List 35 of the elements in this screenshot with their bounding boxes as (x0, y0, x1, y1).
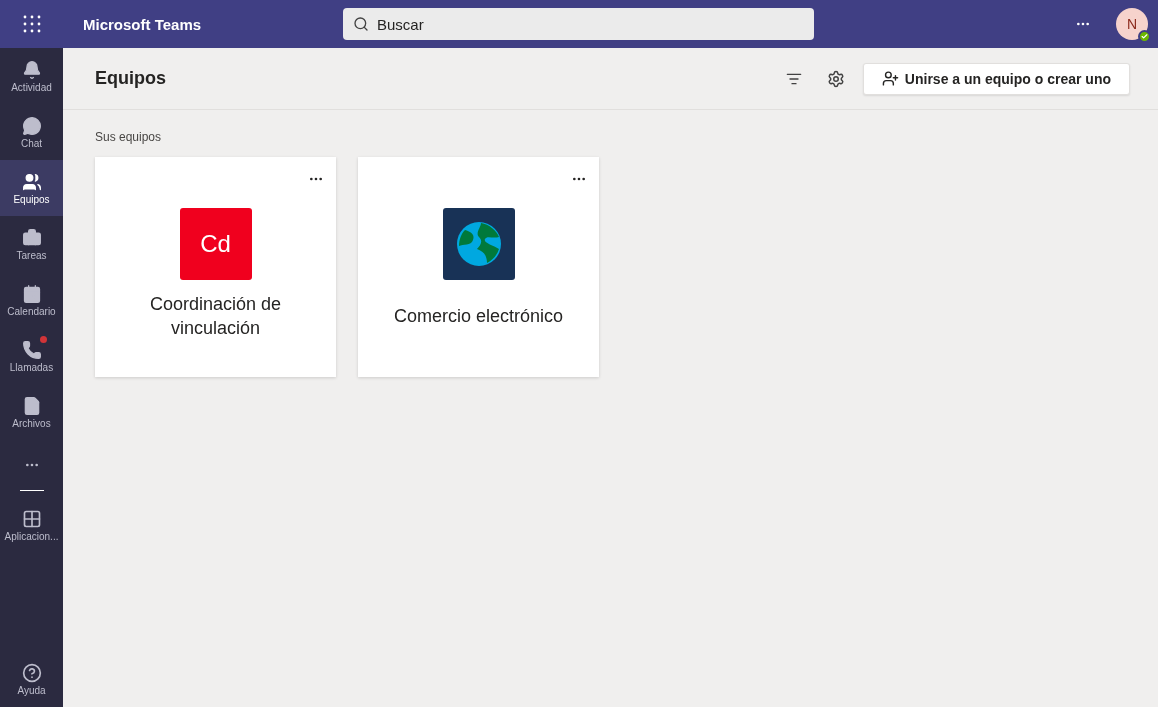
page-title: Equipos (95, 68, 167, 89)
chat-bubble-icon (21, 115, 42, 136)
rail-item[interactable]: Actividad (0, 48, 63, 104)
help-button[interactable]: Ayuda (0, 651, 63, 707)
people-icon (21, 171, 42, 192)
rail-item[interactable]: Tareas (0, 216, 63, 272)
search-field[interactable]: Buscar (343, 8, 814, 40)
rail-item[interactable]: Archivos (0, 384, 63, 440)
calendar-icon (21, 283, 42, 304)
rail-item[interactable]: Chat (0, 104, 63, 160)
team-name: Comercio electrónico (392, 305, 565, 328)
globe-icon (454, 220, 503, 268)
status-check-icon (1138, 30, 1151, 43)
team-card[interactable]: Comercio electrónico (358, 157, 599, 377)
apps-button[interactable]: Aplicacion... (0, 497, 63, 553)
team-avatar: Cd (179, 208, 252, 280)
rail-item[interactable]: Equipos (0, 160, 63, 216)
section-title: Sus equipos (95, 130, 163, 144)
search-input[interactable]: Buscar (375, 14, 804, 34)
phone-icon (21, 339, 42, 360)
apps-grid-icon (21, 508, 42, 529)
app-launcher-icon[interactable] (22, 15, 41, 33)
help-icon (21, 662, 42, 683)
bag-icon (21, 227, 42, 248)
settings-icon (826, 69, 845, 88)
user-avatar[interactable]: N (1116, 8, 1148, 40)
team-card[interactable]: Cd Coordinación de vinculación (95, 157, 336, 377)
add-person-icon (881, 70, 899, 87)
search-icon (353, 16, 369, 32)
bell-icon (21, 59, 42, 80)
app-title: Microsoft Teams (83, 15, 203, 33)
rail-item[interactable]: Calendario (0, 272, 63, 328)
team-name: Coordinación de vinculación (148, 293, 283, 340)
join-team-button[interactable]: Unirse a un equipo o crear uno (862, 62, 1130, 95)
rail-item[interactable]: Llamadas (0, 328, 63, 384)
